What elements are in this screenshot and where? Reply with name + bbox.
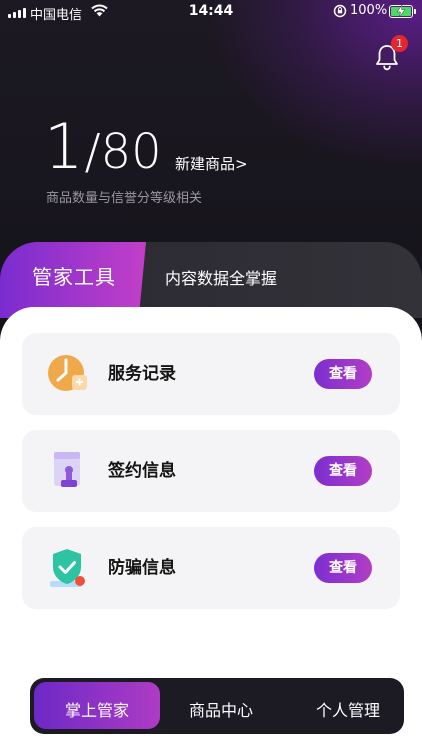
tool-card-service-records[interactable]: 服务记录 查看 bbox=[22, 333, 400, 415]
nav-item-product-center[interactable]: 商品中心 bbox=[161, 697, 281, 721]
nav-item-pocket-manager-label[interactable]: 掌上管家 bbox=[34, 697, 160, 721]
view-button[interactable]: 查看 bbox=[314, 553, 372, 583]
item-count-current: 1 bbox=[44, 110, 83, 183]
item-count: 1 / 80 bbox=[44, 110, 162, 183]
tool-card-anti-fraud-info[interactable]: 防骗信息 查看 bbox=[22, 527, 400, 609]
stamp-icon bbox=[46, 448, 92, 494]
new-item-link[interactable]: 新建商品> bbox=[175, 153, 248, 174]
view-button[interactable]: 查看 bbox=[314, 359, 372, 389]
tool-card-contract-info[interactable]: 签约信息 查看 bbox=[22, 430, 400, 512]
shield-check-icon bbox=[46, 545, 92, 591]
tool-card-title: 防骗信息 bbox=[108, 558, 176, 578]
view-button[interactable]: 查看 bbox=[314, 456, 372, 486]
tool-card-title: 签约信息 bbox=[108, 461, 176, 481]
status-bar: 中国电信 14:44 100% bbox=[0, 0, 422, 26]
battery-icon bbox=[389, 5, 416, 18]
rotation-lock-icon bbox=[333, 4, 347, 22]
item-count-note: 商品数量与信誉分等级相关 bbox=[46, 191, 203, 206]
item-count-separator: / bbox=[84, 124, 101, 180]
tab-tools-label[interactable]: 管家工具 bbox=[32, 261, 116, 290]
nav-item-personal-management[interactable]: 个人管理 bbox=[288, 697, 408, 721]
item-count-total: 80 bbox=[100, 124, 162, 180]
clock-icon bbox=[46, 351, 92, 397]
notification-badge: 1 bbox=[391, 35, 408, 52]
tool-card-title: 服务记录 bbox=[108, 364, 176, 384]
battery-percentage: 100% bbox=[350, 3, 388, 18]
tab-content-data[interactable]: 内容数据全掌握 bbox=[165, 265, 277, 289]
